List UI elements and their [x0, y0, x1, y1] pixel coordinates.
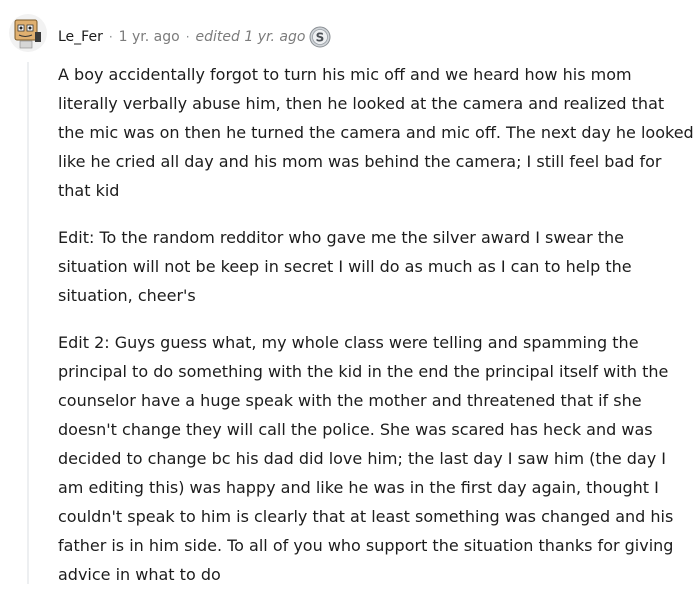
edited-label: edited 1 yr. ago	[195, 29, 306, 45]
comment-body: A boy accidentally forgot to turn his mi…	[58, 60, 694, 607]
comment: Le_Fer · 1 yr. ago · edited 1 yr. ago S …	[0, 0, 700, 584]
comment-meta: Le_Fer · 1 yr. ago · edited 1 yr. ago S	[58, 25, 331, 49]
avatar[interactable]	[9, 14, 47, 52]
timestamp[interactable]: 1 yr. ago	[119, 29, 180, 45]
avatar-snoo-icon	[9, 14, 47, 52]
separator-dot: ·	[108, 30, 113, 44]
svg-text:S: S	[316, 31, 325, 45]
silver-award-icon[interactable]: S	[309, 26, 331, 48]
username[interactable]: Le_Fer	[58, 29, 103, 45]
comment-paragraph: A boy accidentally forgot to turn his mi…	[58, 65, 694, 200]
separator-dot: ·	[185, 30, 190, 44]
comment-paragraph: Edit 2: Guys guess what, my whole class …	[58, 333, 674, 584]
thread-line[interactable]	[27, 62, 29, 584]
comment-paragraph: Edit: To the random redditor who gave me…	[58, 228, 632, 305]
